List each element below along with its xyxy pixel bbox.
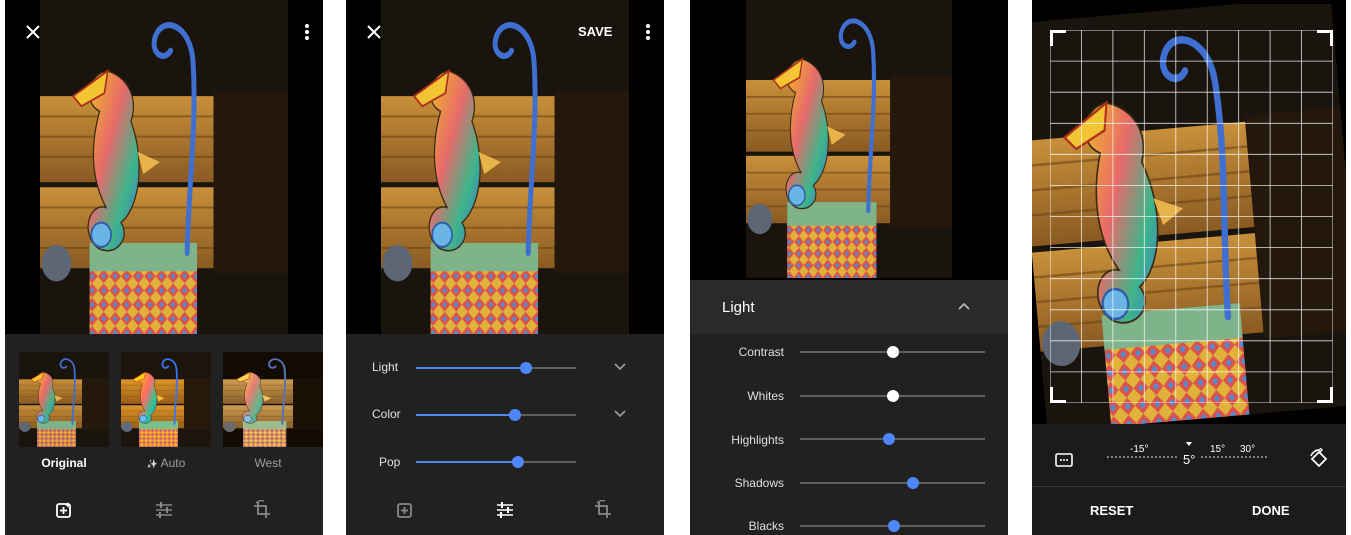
- light-slider-fill: [416, 367, 527, 369]
- photo-preview: [40, 0, 288, 334]
- shadows-slider[interactable]: [800, 477, 985, 489]
- filter-label-auto: ✨ Auto: [121, 456, 211, 470]
- color-slider[interactable]: [416, 409, 576, 421]
- current-angle-label: 5°: [1183, 452, 1196, 467]
- ruler-label-minus15: -15°: [1130, 444, 1149, 455]
- crop-controls: -15° 5° 15° 30° RESET DONE: [1032, 424, 1346, 535]
- color-slider-fill: [416, 414, 516, 416]
- filter-thumb-auto[interactable]: [121, 352, 211, 447]
- chevron-down-icon[interactable]: [612, 407, 628, 421]
- filters-icon[interactable]: [393, 498, 417, 522]
- light-sliders-panel: Contrast Whites Highlights Shadows Black…: [690, 334, 1008, 535]
- close-icon[interactable]: [21, 20, 45, 44]
- filter-thumb-west[interactable]: [223, 352, 323, 447]
- light-slider[interactable]: [416, 362, 576, 374]
- ruler-label-30: 30°: [1240, 444, 1256, 455]
- filter-label-original: Original: [41, 456, 87, 470]
- filter-panel: Original ✨ Auto West: [5, 334, 323, 535]
- slider-label-whites: Whites: [747, 389, 784, 403]
- angle-ruler[interactable]: -15° 5° 15° 30°: [1104, 442, 1274, 472]
- divider: [1032, 486, 1346, 487]
- whites-slider-knob[interactable]: [886, 390, 899, 402]
- auto-sparkle-icon: ✨: [146, 459, 158, 469]
- crop-rotate-icon[interactable]: [250, 498, 274, 522]
- shadows-slider-knob[interactable]: [906, 477, 919, 489]
- blacks-slider-knob[interactable]: [888, 520, 901, 532]
- screen-light-detail: Light Contrast Whites Highlights Shadows…: [690, 0, 1008, 535]
- filter-label-auto-text: Auto: [160, 456, 186, 470]
- reset-button[interactable]: RESET: [1090, 503, 1133, 518]
- slider-label-pop: Pop: [379, 455, 401, 469]
- slider-label-light: Light: [372, 360, 399, 374]
- photo-preview: [746, 0, 952, 278]
- highlights-slider-knob[interactable]: [882, 433, 895, 445]
- pop-slider-fill: [416, 461, 519, 463]
- contrast-slider[interactable]: [800, 346, 985, 358]
- slider-label-highlights: Highlights: [731, 433, 784, 447]
- filter-label-west: West: [254, 456, 282, 470]
- pop-slider[interactable]: [416, 456, 576, 468]
- light-slider-knob[interactable]: [520, 362, 533, 374]
- filter-thumb-original[interactable]: [19, 352, 109, 447]
- save-button[interactable]: SAVE: [578, 24, 612, 39]
- light-section-header[interactable]: Light: [690, 280, 1008, 334]
- crop-grid[interactable]: [1050, 30, 1333, 403]
- more-vert-icon[interactable]: [636, 20, 660, 44]
- aspect-ratio-icon[interactable]: [1052, 448, 1076, 472]
- screen-adjust: SAVE Light Color Pop: [346, 0, 664, 535]
- highlights-slider[interactable]: [800, 433, 985, 445]
- filters-icon[interactable]: [52, 498, 76, 522]
- slider-label-color: Color: [372, 407, 401, 421]
- photo-preview: [381, 0, 629, 334]
- ruler-label-15: 15°: [1210, 444, 1226, 455]
- blacks-slider[interactable]: [800, 520, 985, 532]
- rotate-icon[interactable]: [1306, 446, 1332, 472]
- done-button[interactable]: DONE: [1252, 503, 1290, 518]
- screen-crop: -15° 5° 15° 30° RESET DONE: [1032, 0, 1346, 535]
- screen-filters: Original ✨ Auto West: [5, 0, 323, 535]
- slider-label-contrast: Contrast: [738, 345, 784, 359]
- contrast-slider-knob[interactable]: [886, 346, 899, 358]
- whites-slider[interactable]: [800, 390, 985, 402]
- chevron-up-icon[interactable]: [956, 299, 972, 313]
- color-slider-knob[interactable]: [509, 409, 522, 421]
- adjust-icon[interactable]: [493, 498, 517, 522]
- pop-slider-knob[interactable]: [512, 456, 525, 468]
- adjust-panel: Light Color Pop: [346, 334, 664, 535]
- section-title: Light: [722, 299, 755, 316]
- slider-label-blacks: Blacks: [748, 519, 784, 533]
- chevron-down-icon[interactable]: [612, 360, 628, 374]
- close-icon[interactable]: [362, 20, 386, 44]
- more-vert-icon[interactable]: [295, 20, 319, 44]
- crop-rotate-icon[interactable]: [591, 498, 615, 522]
- adjust-icon[interactable]: [152, 498, 176, 522]
- slider-label-shadows: Shadows: [734, 476, 784, 490]
